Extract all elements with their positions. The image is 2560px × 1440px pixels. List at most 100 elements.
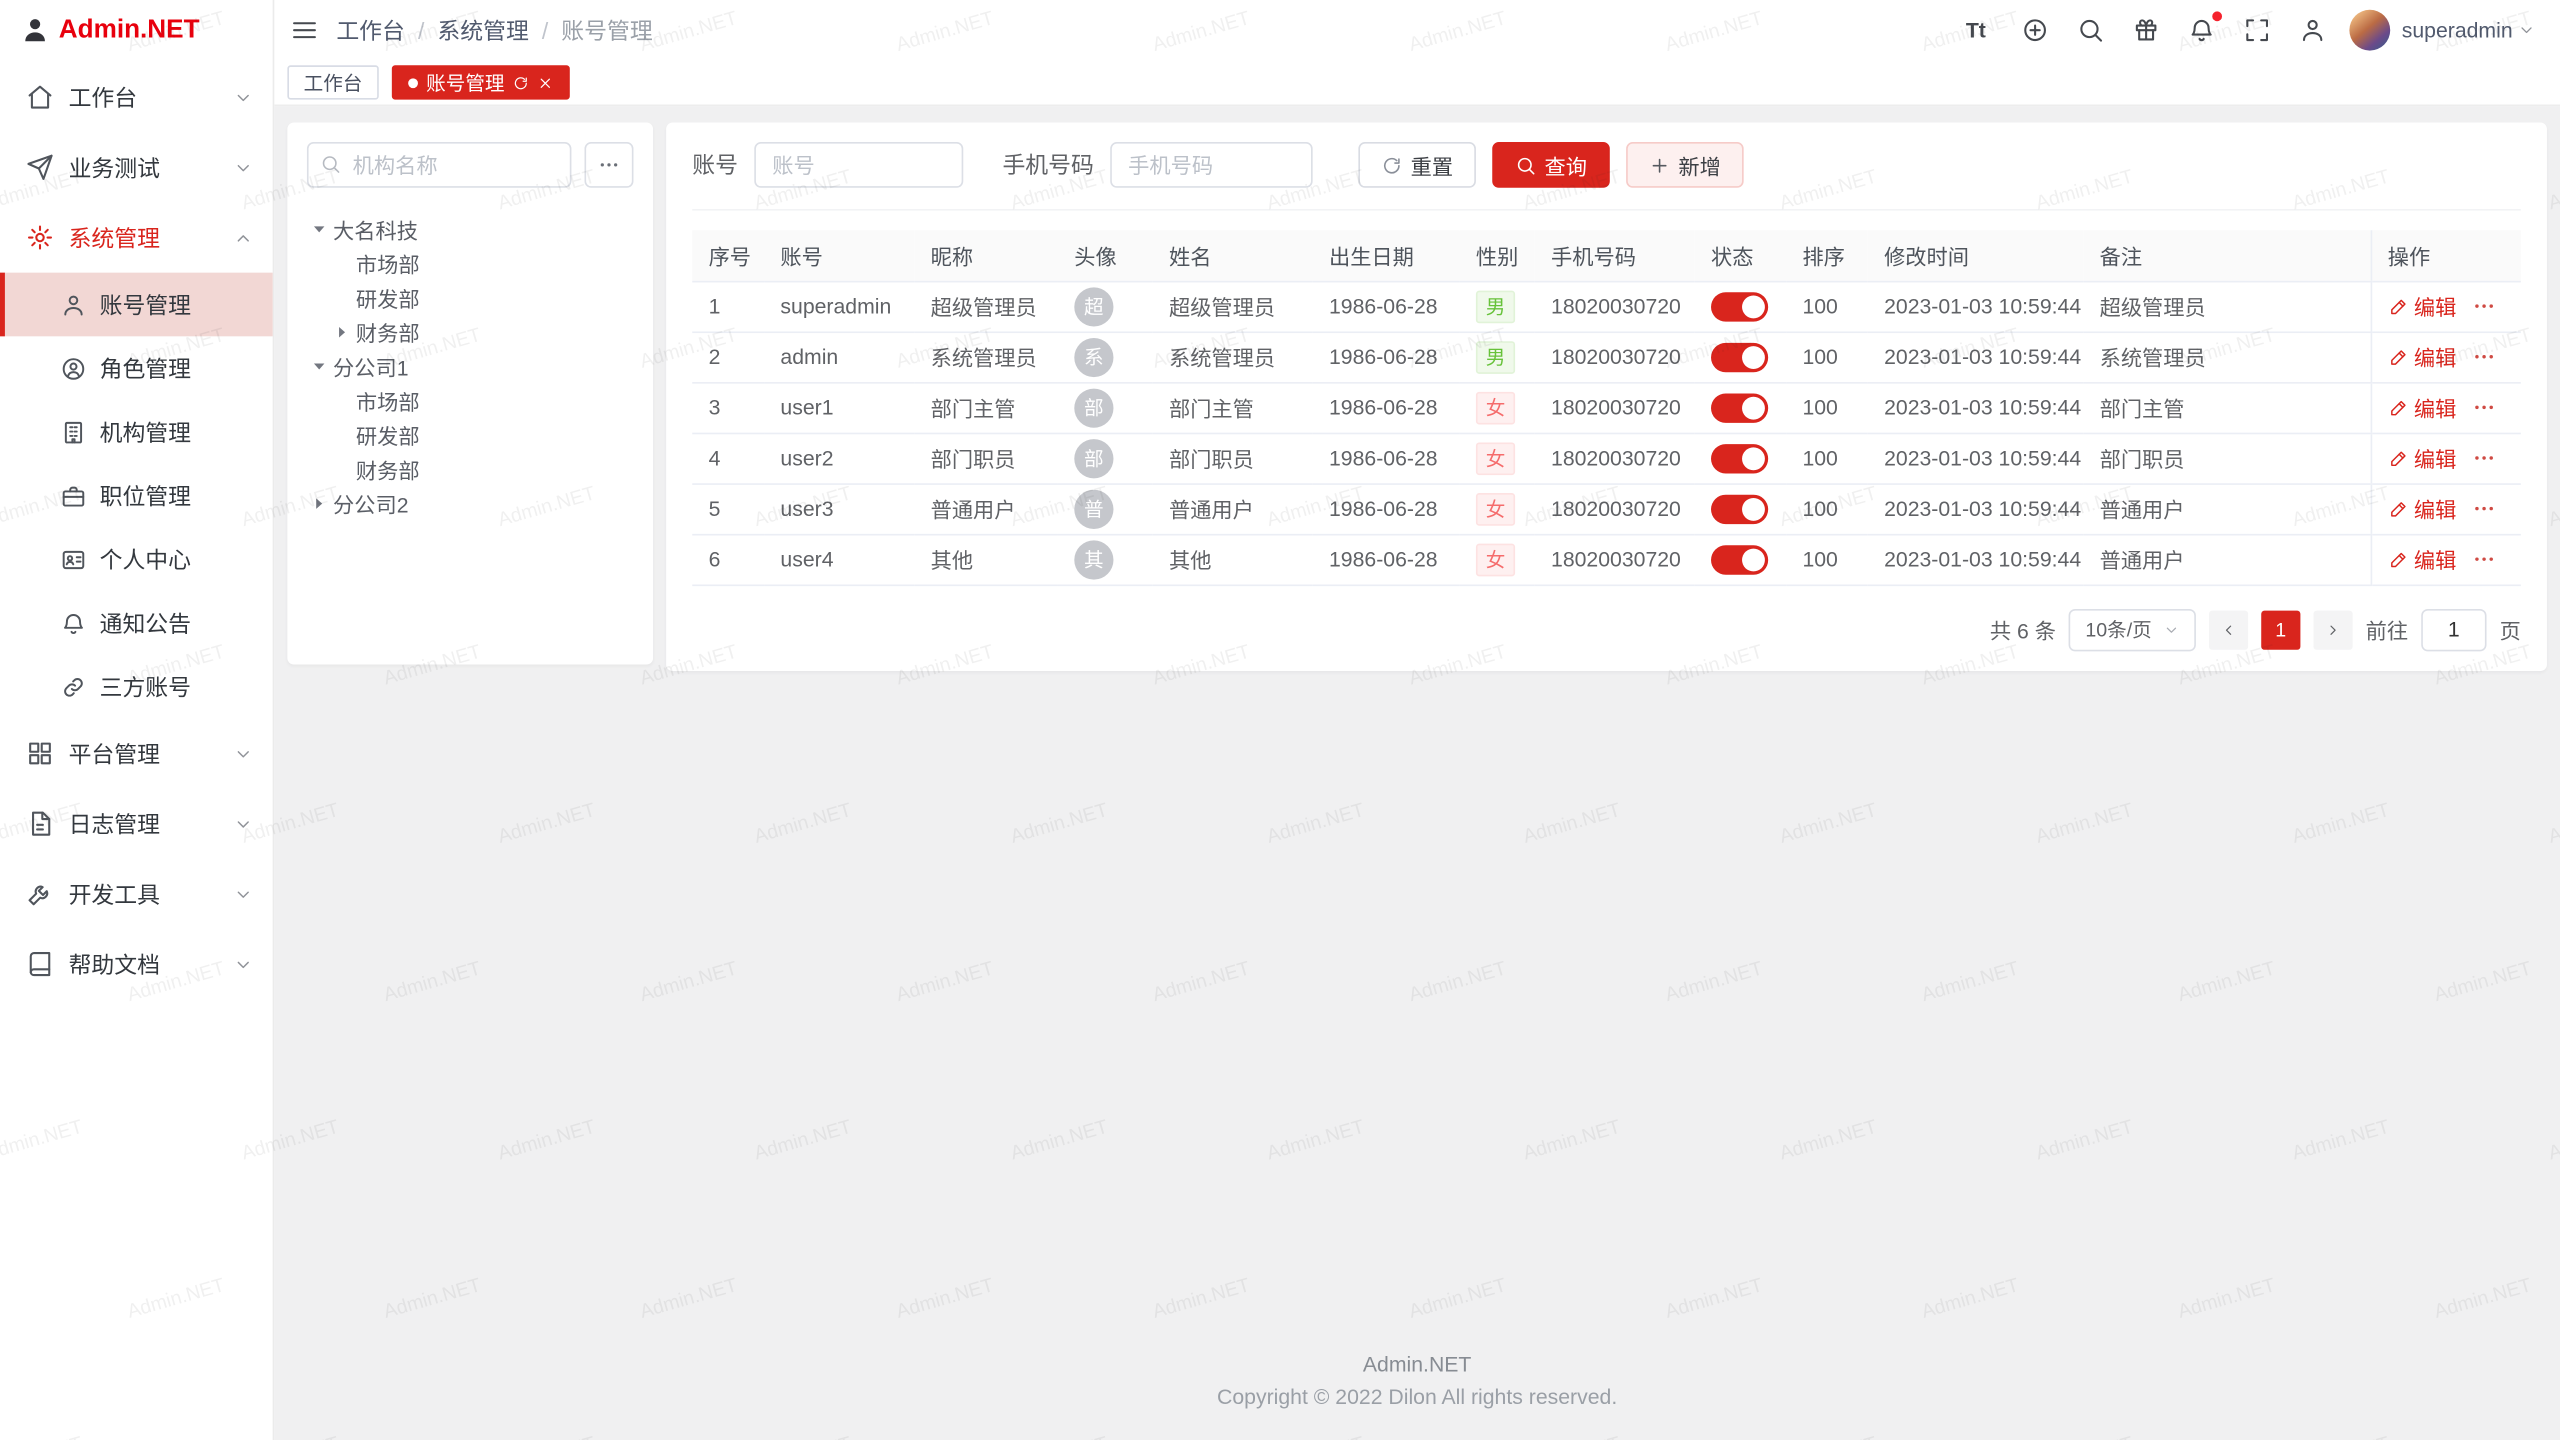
tree-node[interactable]: 市场部 [307, 247, 634, 281]
page-size-select[interactable]: 10条/页 [2069, 608, 2196, 650]
tab-close-icon[interactable] [537, 74, 553, 90]
edit-button[interactable]: 编辑 [2388, 291, 2457, 322]
breadcrumb-item[interactable]: 工作台 [336, 14, 405, 47]
role-icon [60, 355, 86, 381]
sidebar-item-business-test[interactable]: 业务测试 [0, 132, 273, 202]
row-more-button[interactable] [2471, 344, 2495, 368]
status-toggle[interactable] [1711, 494, 1768, 523]
sidebar-subitem-org[interactable]: 机构管理 [0, 400, 273, 464]
reset-button[interactable]: 重置 [1358, 142, 1476, 188]
tab-account-management[interactable]: 账号管理 [392, 65, 570, 99]
sidebar-subitem-position[interactable]: 职位管理 [0, 464, 273, 528]
row-more-button[interactable] [2471, 496, 2495, 520]
search-icon[interactable] [2077, 16, 2105, 44]
phone-input[interactable] [1110, 142, 1312, 188]
tree-more-button[interactable] [584, 142, 633, 188]
page-unit-label: 页 [2500, 614, 2521, 645]
sidebar-item-devtools[interactable]: 开发工具 [0, 859, 273, 929]
cell-phone: 18020030720 [1535, 534, 1695, 585]
sidebar-item-system-management[interactable]: 系统管理 [0, 202, 273, 272]
col-no: 序号 [692, 230, 764, 281]
tree-node[interactable]: 财务部 [307, 452, 634, 486]
row-more-button[interactable] [2471, 547, 2495, 571]
row-more-button[interactable] [2471, 294, 2495, 318]
tree-node[interactable]: 研发部 [307, 418, 634, 452]
row-more-button[interactable] [2471, 446, 2495, 470]
sidebar-subitem-label: 账号管理 [100, 288, 191, 321]
breadcrumb-item[interactable]: 系统管理 [437, 14, 528, 47]
theme-icon[interactable] [2132, 16, 2160, 44]
query-button-label: 查询 [1545, 149, 1587, 180]
sidebar-subitem-third-party[interactable]: 三方账号 [0, 655, 273, 719]
sidebar-subitem-account[interactable]: 账号管理 [0, 273, 273, 337]
query-button[interactable]: 查询 [1492, 142, 1610, 188]
bell-icon[interactable] [2188, 16, 2216, 44]
cell-no: 6 [692, 534, 764, 585]
sidebar-item-logs[interactable]: 日志管理 [0, 789, 273, 859]
cell-remark: 超级管理员 [2083, 281, 2370, 332]
status-toggle[interactable] [1711, 443, 1768, 472]
caret-down-icon[interactable] [310, 358, 328, 376]
status-toggle[interactable] [1711, 291, 1768, 320]
col-ops: 操作 [2371, 230, 2521, 281]
add-button[interactable]: 新增 [1626, 142, 1744, 188]
chevron-down-icon [233, 744, 253, 764]
sidebar-item-platform[interactable]: 平台管理 [0, 718, 273, 788]
tab-workbench[interactable]: 工作台 [287, 65, 378, 99]
edit-button[interactable]: 编辑 [2388, 392, 2457, 423]
tab-refresh-icon[interactable] [513, 74, 529, 90]
tree-node[interactable]: 研发部 [307, 281, 634, 315]
sidebar-subitem-profile[interactable]: 个人中心 [0, 527, 273, 591]
sidebar-subitem-notice[interactable]: 通知公告 [0, 591, 273, 655]
user-outline-icon[interactable] [2299, 16, 2327, 44]
cell-avatar: 系 [1058, 331, 1153, 382]
org-search-input[interactable] [307, 142, 571, 188]
sidebar-item-docs[interactable]: 帮助文档 [0, 929, 273, 999]
tree-node[interactable]: 财务部 [307, 315, 634, 349]
caret-right-icon[interactable] [333, 323, 351, 341]
caret-down-icon[interactable] [310, 220, 328, 238]
tree-node-label: 财务部 [356, 454, 420, 485]
gender-tag: 女 [1476, 442, 1515, 475]
account-panel: 账号 手机号码 重置 查询 [666, 122, 2547, 670]
status-toggle[interactable] [1711, 544, 1768, 573]
tree-node[interactable]: 分公司1 [307, 349, 634, 383]
account-input[interactable] [754, 142, 963, 188]
username[interactable]: superadmin [2402, 18, 2513, 42]
row-more-button[interactable] [2471, 395, 2495, 419]
edit-button[interactable]: 编辑 [2388, 544, 2457, 575]
page-1-button[interactable]: 1 [2261, 610, 2300, 649]
cell-no: 4 [692, 433, 764, 484]
cell-modified: 2023-01-03 10:59:44 [1868, 483, 2084, 534]
tree-node[interactable]: 市场部 [307, 384, 634, 418]
sidebar: Admin.NET 工作台业务测试系统管理账号管理角色管理机构管理职位管理个人中… [0, 0, 274, 1440]
edit-button[interactable]: 编辑 [2388, 442, 2457, 473]
font-size-icon[interactable]: Tt [1966, 16, 1994, 44]
avatar: 普 [1074, 489, 1113, 528]
fullscreen-icon[interactable] [2243, 16, 2271, 44]
cell-gender: 男 [1460, 331, 1535, 382]
logo[interactable]: Admin.NET [0, 0, 273, 60]
edit-button[interactable]: 编辑 [2388, 493, 2457, 524]
test-icon [26, 153, 54, 181]
tree-node-label: 分公司2 [333, 488, 408, 519]
gender-tag: 女 [1476, 543, 1515, 576]
size-icon[interactable] [2021, 16, 2049, 44]
goto-page-input[interactable] [2421, 608, 2486, 650]
sidebar-item-workbench[interactable]: 工作台 [0, 62, 273, 132]
query-form: 账号 手机号码 重置 查询 [692, 142, 2521, 211]
caret-right-icon[interactable] [310, 495, 328, 513]
collapse-menu-icon[interactable] [291, 16, 319, 44]
tree-node[interactable]: 分公司2 [307, 487, 634, 521]
next-page-button[interactable] [2313, 610, 2352, 649]
status-toggle[interactable] [1711, 393, 1768, 422]
sidebar-subitem-role[interactable]: 角色管理 [0, 336, 273, 400]
edit-button-label: 编辑 [2414, 493, 2456, 524]
prev-page-button[interactable] [2209, 610, 2248, 649]
edit-button[interactable]: 编辑 [2388, 341, 2457, 372]
user-avatar[interactable] [2349, 10, 2390, 51]
cell-modified: 2023-01-03 10:59:44 [1868, 382, 2084, 433]
cell-nickname: 普通用户 [914, 483, 1058, 534]
status-toggle[interactable] [1711, 342, 1768, 371]
tree-node[interactable]: 大名科技 [307, 212, 634, 246]
